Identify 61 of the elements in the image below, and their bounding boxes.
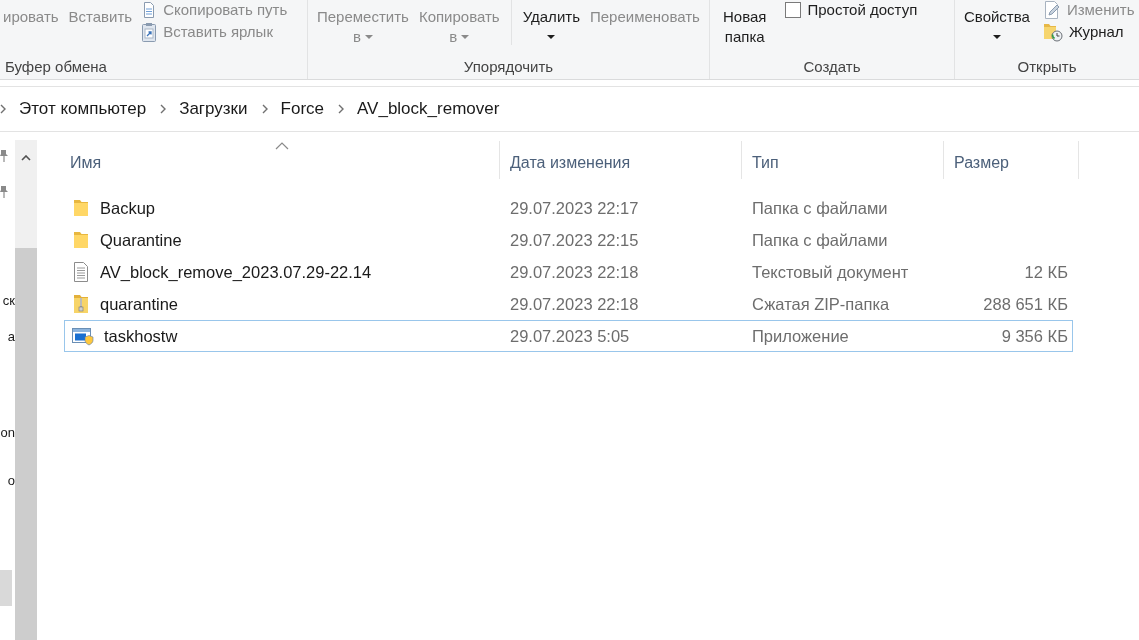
scrollbar-thumb[interactable] (15, 248, 37, 640)
breadcrumb-item[interactable]: Загрузки (174, 99, 253, 119)
file-row[interactable]: Backup 29.07.2023 22:17 Папка с файлами (64, 192, 1073, 224)
app-window-icon (72, 326, 94, 346)
file-type: Папка с файлами (752, 198, 888, 217)
address-bar[interactable]: Этот компьютер Загрузки Force AV_block_remover (0, 86, 1139, 132)
ribbon-button[interactable]: Новая папка (720, 0, 770, 47)
file-size: 9 356 КБ (1001, 326, 1068, 345)
date-modified: 29.07.2023 22:18 (510, 294, 639, 313)
chevron-right-icon[interactable] (338, 104, 344, 114)
folder-clock-icon (1042, 22, 1063, 42)
date-modified: 29.07.2023 22:18 (510, 262, 639, 281)
file-type: Текстовый документ (752, 262, 909, 281)
file-row[interactable]: quarantine 29.07.2023 22:18 Сжатая ZIP-папка 288 651 КБ (64, 288, 1073, 320)
file-type: Папка с файлами (752, 230, 888, 249)
folder-icon (72, 231, 90, 249)
scrollbar[interactable] (15, 140, 37, 640)
file-name: quarantine (100, 294, 178, 314)
column-header[interactable]: Дата изменения (500, 141, 742, 179)
file-size: 288 651 КБ (983, 294, 1068, 313)
nav-item[interactable]: о (0, 462, 15, 498)
nav-item[interactable]: ск (0, 282, 15, 318)
pin-icon[interactable] (0, 186, 8, 198)
chevron-right-icon[interactable] (0, 104, 6, 114)
ribbon-button[interactable]: Журнал (1040, 22, 1137, 42)
column-header[interactable]: Тип (742, 141, 944, 179)
date-modified: 29.07.2023 5:05 (510, 326, 630, 345)
zip-folder-icon (72, 294, 90, 314)
breadcrumb-item[interactable]: Этот компьютер (14, 99, 152, 119)
column-header[interactable]: Размер (944, 141, 1079, 179)
file-name: Quarantine (100, 230, 182, 250)
file-row[interactable]: AV_block_remove_2023.07.29-22.14 29.07.2023 22:18 Текстовый документ 12 КБ (64, 256, 1073, 288)
chevron-right-icon[interactable] (160, 104, 167, 114)
file-type: Сжатая ZIP-папка (752, 294, 890, 313)
nav-item[interactable]: а (0, 318, 15, 354)
file-name: taskhostw (104, 326, 178, 346)
ribbon-button[interactable]: Свойства (961, 0, 1033, 47)
group-label: Создать (802, 57, 862, 77)
chevron-up-icon (21, 155, 31, 161)
pin-icon[interactable] (0, 150, 8, 162)
date-modified: 29.07.2023 22:17 (510, 198, 639, 217)
date-modified: 29.07.2023 22:15 (510, 230, 639, 249)
file-size: 12 КБ (1024, 262, 1068, 281)
breadcrumb-item[interactable]: AV_block_remover (352, 99, 505, 119)
file-type: Приложение (752, 326, 849, 345)
group-label: Буфер обмена (4, 57, 108, 77)
nav-item[interactable]: on (0, 414, 15, 450)
file-row[interactable]: taskhostw 29.07.2023 5:05 Приложение 9 356 КБ (64, 320, 1073, 352)
group-label: Упорядочить (462, 57, 555, 77)
file-row[interactable]: Quarantine 29.07.2023 22:15 Папка с файлами (64, 224, 1073, 256)
breadcrumb-item[interactable]: Force (275, 99, 329, 119)
ribbon-button[interactable]: Удалить (519, 0, 583, 47)
clipboard-icon (141, 22, 158, 42)
column-header[interactable]: Имя (64, 141, 500, 179)
file-name: AV_block_remove_2023.07.29-22.14 (100, 262, 372, 282)
text-file-icon (72, 262, 90, 282)
folder-icon (72, 199, 90, 217)
ribbon-button[interactable]: Простой доступ (783, 0, 920, 20)
chevron-right-icon[interactable] (261, 104, 268, 114)
group-label: Открыть (1016, 57, 1078, 77)
file-name: Backup (100, 198, 156, 218)
